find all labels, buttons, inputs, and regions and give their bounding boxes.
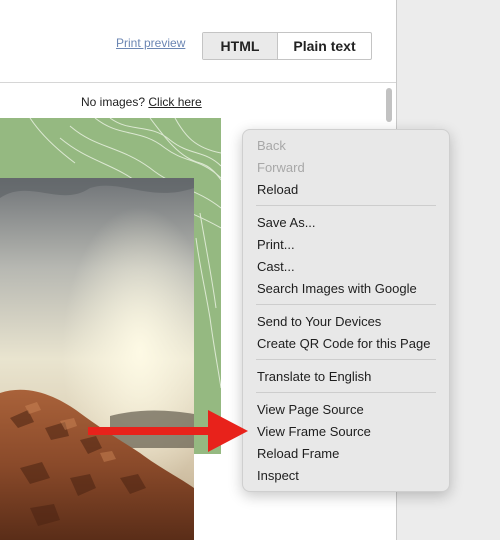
toolbar: Print preview HTML Plain text [0, 0, 396, 83]
landscape-image [0, 178, 194, 540]
print-preview-link[interactable]: Print preview [116, 36, 185, 50]
menu-separator [256, 304, 436, 305]
menu-separator [256, 359, 436, 360]
menu-item-cast[interactable]: Cast... [257, 259, 295, 274]
no-images-notice: No images? Click here [81, 95, 202, 109]
menu-separator [256, 205, 436, 206]
menu-item-inspect[interactable]: Inspect [257, 468, 299, 483]
menu-separator [256, 392, 436, 393]
menu-item-search-images[interactable]: Search Images with Google [257, 281, 417, 296]
menu-item-forward[interactable]: Forward [257, 160, 305, 175]
menu-item-print[interactable]: Print... [257, 237, 295, 252]
menu-item-save-as[interactable]: Save As... [257, 215, 316, 230]
html-view-button[interactable]: HTML [203, 33, 278, 59]
menu-item-back[interactable]: Back [257, 138, 286, 153]
menu-item-send-to-devices[interactable]: Send to Your Devices [257, 314, 381, 329]
menu-item-view-frame-source[interactable]: View Frame Source [257, 424, 371, 439]
context-menu: Back Forward Reload Save As... Print... … [242, 129, 450, 492]
menu-item-reload[interactable]: Reload [257, 182, 298, 197]
menu-item-create-qr-code[interactable]: Create QR Code for this Page [257, 336, 430, 351]
menu-item-reload-frame[interactable]: Reload Frame [257, 446, 339, 461]
menu-item-view-page-source[interactable]: View Page Source [257, 402, 364, 417]
no-images-text: No images? [81, 95, 149, 109]
plain-text-view-button[interactable]: Plain text [278, 33, 371, 59]
click-here-link[interactable]: Click here [148, 95, 201, 109]
email-hero-photo [0, 178, 194, 540]
menu-item-translate[interactable]: Translate to English [257, 369, 371, 384]
scrollbar-thumb[interactable] [386, 88, 392, 122]
red-arrow-annotation [88, 410, 248, 452]
view-mode-toggle: HTML Plain text [202, 32, 372, 60]
